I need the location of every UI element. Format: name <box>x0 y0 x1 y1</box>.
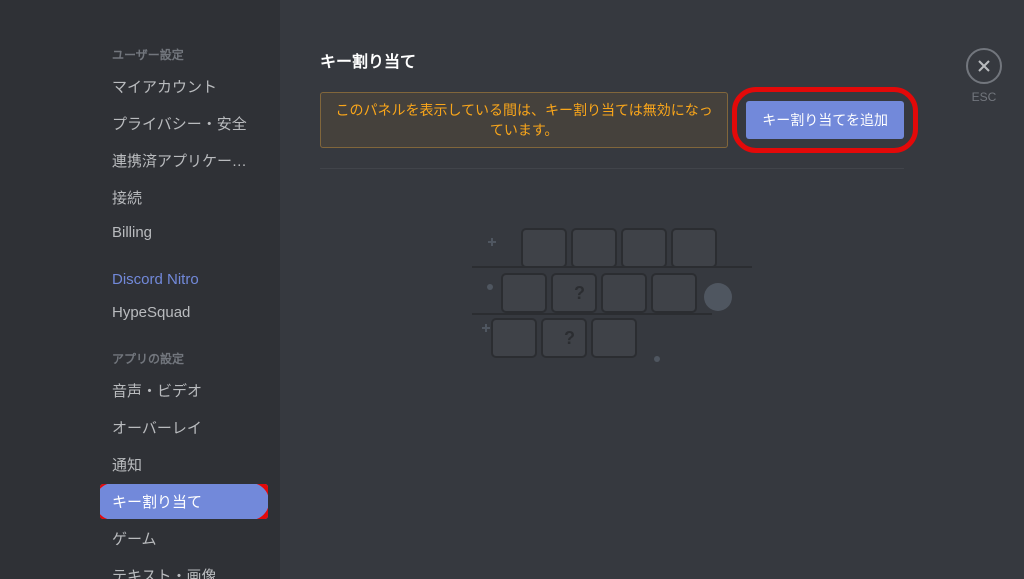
add-keybind-button[interactable]: キー割り当てを追加 <box>746 101 904 139</box>
svg-text:?: ? <box>574 283 585 303</box>
close-icon <box>976 58 992 74</box>
empty-keybinds-illustration: ? ? <box>472 219 752 389</box>
sidebar-item-my-account[interactable]: マイアカウント <box>100 69 268 104</box>
page-title: キー割り当て <box>320 48 904 72</box>
sidebar-section-app: アプリの設定 <box>100 344 268 373</box>
sidebar-item-label: キー割り当て <box>112 494 202 511</box>
sidebar-item-authorized-apps[interactable]: 連携済アプリケーショ... <box>100 143 268 178</box>
close-settings-button[interactable] <box>966 48 1002 84</box>
sidebar-section-user: ユーザー設定 <box>100 40 268 69</box>
sidebar-item-games[interactable]: ゲーム <box>100 521 268 556</box>
settings-content: キー割り当て このパネルを表示している間は、キー割り当ては無効になっています。 … <box>280 0 944 579</box>
sidebar-item-text-images[interactable]: テキスト・画像 <box>100 558 268 579</box>
sidebar-item-keybinds[interactable]: キー割り当て <box>100 484 268 519</box>
sidebar-item-privacy[interactable]: プライバシー・安全 <box>100 106 268 141</box>
settings-sidebar: ユーザー設定 マイアカウント プライバシー・安全 連携済アプリケーショ... 接… <box>0 0 280 579</box>
sidebar-item-hypesquad[interactable]: HypeSquad <box>100 297 268 328</box>
sidebar-item-voice-video[interactable]: 音声・ビデオ <box>100 373 268 408</box>
sidebar-item-nitro[interactable]: Discord Nitro <box>100 264 268 295</box>
sidebar-item-connections[interactable]: 接続 <box>100 180 268 215</box>
svg-text:?: ? <box>564 328 575 348</box>
sidebar-item-billing[interactable]: Billing <box>100 217 268 248</box>
sidebar-item-notifications[interactable]: 通知 <box>100 447 268 482</box>
esc-label: ESC <box>944 90 1024 104</box>
sidebar-item-overlay[interactable]: オーバーレイ <box>100 410 268 445</box>
keybinds-disabled-warning: このパネルを表示している間は、キー割り当ては無効になっています。 <box>320 92 728 148</box>
